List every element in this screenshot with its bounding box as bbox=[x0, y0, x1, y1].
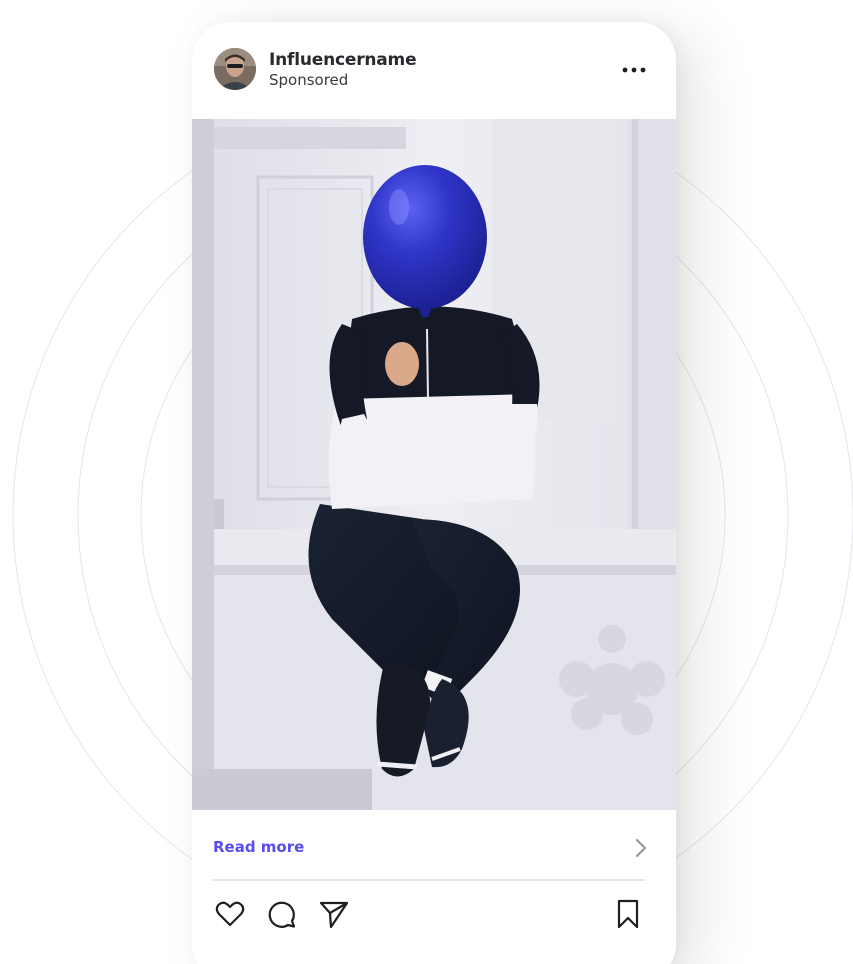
cta-divider bbox=[213, 879, 645, 881]
more-options-button[interactable] bbox=[616, 58, 652, 82]
avatar[interactable] bbox=[214, 48, 256, 90]
more-horizontal-icon bbox=[622, 67, 646, 73]
read-more-cta[interactable]: Read more bbox=[213, 828, 649, 868]
send-icon bbox=[319, 901, 349, 929]
sponsored-label: Sponsored bbox=[269, 71, 349, 89]
read-more-label[interactable]: Read more bbox=[213, 838, 304, 856]
ad-preview-stage: Influencername Sponsored Read more bbox=[0, 0, 853, 964]
instagram-post-card: Influencername Sponsored Read more bbox=[192, 22, 676, 964]
like-button[interactable] bbox=[213, 897, 247, 931]
post-header: Influencername Sponsored bbox=[192, 22, 676, 119]
post-actions bbox=[213, 897, 647, 931]
username[interactable]: Influencername bbox=[269, 50, 417, 70]
bookmark-icon bbox=[617, 899, 639, 929]
share-button[interactable] bbox=[317, 897, 351, 931]
save-button[interactable] bbox=[611, 897, 645, 931]
comment-icon bbox=[268, 901, 296, 928]
heart-icon bbox=[215, 901, 245, 927]
comment-button[interactable] bbox=[265, 897, 299, 931]
chevron-right-icon bbox=[635, 838, 647, 858]
post-image[interactable] bbox=[192, 119, 676, 810]
